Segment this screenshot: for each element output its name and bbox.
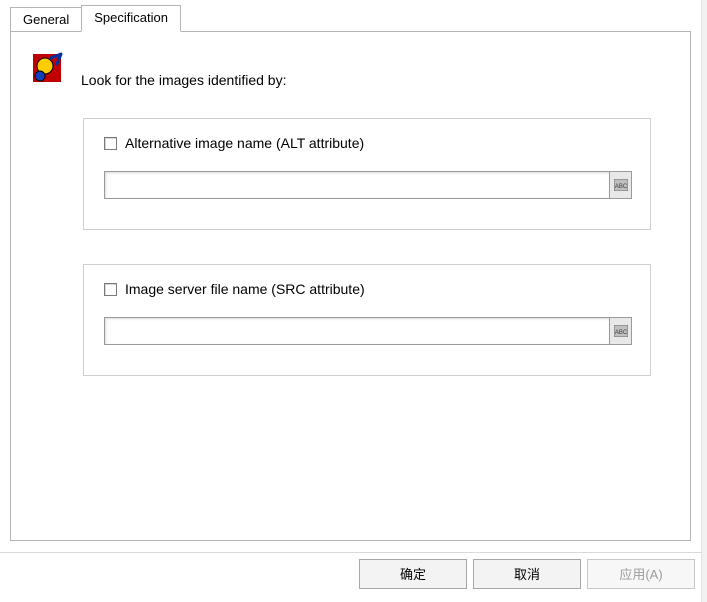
- svg-text:ABC: ABC: [614, 330, 627, 336]
- group-alt-attribute: Alternative image name (ALT attribute) A…: [83, 118, 651, 230]
- src-checkbox[interactable]: [104, 283, 117, 296]
- group-src-attribute: Image server file name (SRC attribute) A…: [83, 264, 651, 376]
- right-rail: [701, 0, 707, 602]
- alt-checkbox-label: Alternative image name (ALT attribute): [125, 135, 364, 151]
- tab-specification-label: Specification: [94, 10, 168, 25]
- alt-input-helper-button[interactable]: ABC: [610, 171, 632, 199]
- tab-specification[interactable]: Specification: [81, 5, 181, 32]
- src-input-helper-button[interactable]: ABC: [610, 317, 632, 345]
- ok-button-label: 确定: [400, 564, 426, 583]
- tab-general[interactable]: General: [10, 7, 82, 33]
- abc-helper-icon: ABC: [614, 179, 628, 191]
- src-input-wrap: ABC: [104, 317, 632, 345]
- dialog-button-bar: 确定 取消 应用(A): [0, 552, 701, 594]
- dialog-root: General Specification Look for the image…: [0, 0, 707, 602]
- svg-text:ABC: ABC: [614, 184, 627, 190]
- apply-button-label: 应用(A): [619, 564, 662, 583]
- tab-content: Look for the images identified by: Alter…: [10, 31, 691, 541]
- alt-input-wrap: ABC: [104, 171, 632, 199]
- alt-input[interactable]: [104, 171, 610, 199]
- ok-button[interactable]: 确定: [359, 559, 467, 589]
- src-checkbox-label: Image server file name (SRC attribute): [125, 281, 365, 297]
- intro-text: Look for the images identified by:: [81, 72, 286, 88]
- alt-checkbox[interactable]: [104, 137, 117, 150]
- cancel-button-label: 取消: [514, 564, 540, 583]
- abc-helper-icon: ABC: [614, 325, 628, 337]
- src-input[interactable]: [104, 317, 610, 345]
- alt-checkbox-row: Alternative image name (ALT attribute): [104, 135, 364, 151]
- tab-general-label: General: [23, 12, 69, 27]
- tab-strip: General Specification: [10, 6, 180, 32]
- apply-button[interactable]: 应用(A): [587, 559, 695, 589]
- src-checkbox-row: Image server file name (SRC attribute): [104, 281, 365, 297]
- cancel-button[interactable]: 取消: [473, 559, 581, 589]
- spec-icon: [31, 52, 65, 86]
